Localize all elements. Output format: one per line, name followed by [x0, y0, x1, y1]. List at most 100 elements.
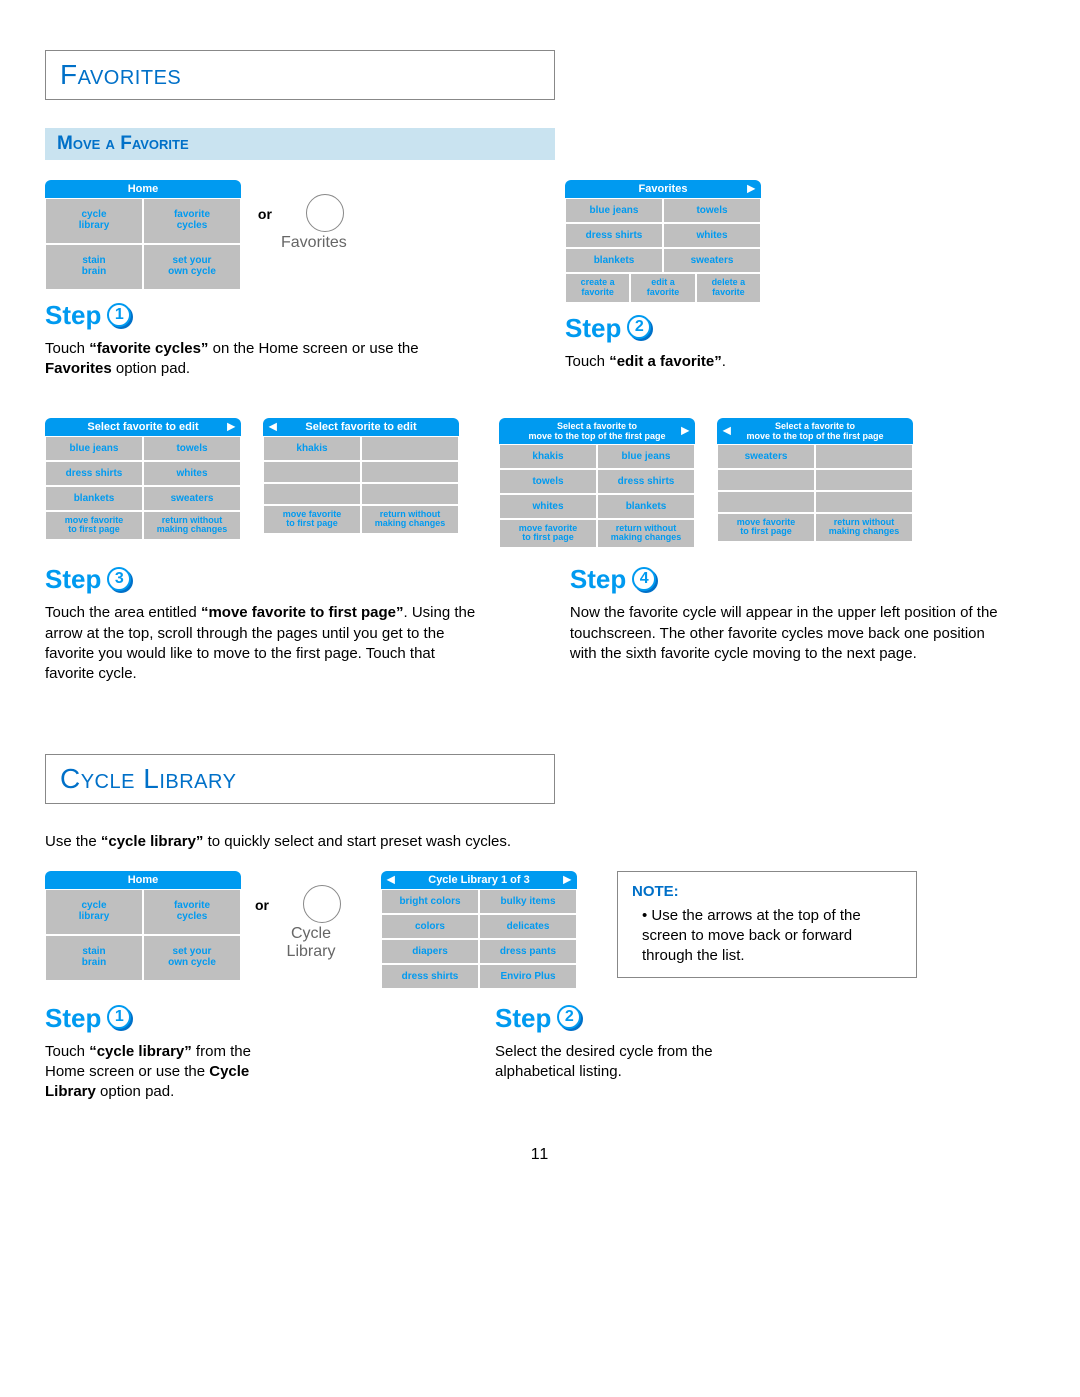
move-to-first[interactable]: move favoriteto first page [45, 511, 143, 541]
pad-cycle-library[interactable]: cyclelibrary [45, 198, 143, 244]
panel-header: Select favorite to edit ▶ [45, 418, 241, 436]
return-no-change[interactable]: return withoutmaking changes [361, 505, 459, 535]
fav-item[interactable]: whites [143, 461, 241, 486]
cycle-item[interactable]: delicates [479, 914, 577, 939]
step-word: Step [495, 1003, 551, 1034]
edit-favorite[interactable]: edit afavorite [630, 273, 695, 303]
fav-item[interactable]: khakis [263, 436, 361, 461]
panel-header: Select a favorite tomove to the top of t… [499, 418, 695, 444]
fav-item[interactable]: blankets [565, 248, 663, 273]
empty-cell [361, 483, 459, 505]
return-no-change[interactable]: return withoutmaking changes [143, 511, 241, 541]
select-edit-panel-2: ◀ Select favorite to edit khakis move fa… [263, 418, 459, 549]
cycle-item[interactable]: dress shirts [381, 964, 479, 989]
step-1-desc: Touch “favorite cycles” on the Home scre… [45, 339, 485, 380]
arrow-left-icon[interactable]: ◀ [723, 425, 731, 436]
cycle-step-1-desc: Touch “cycle library” from the Home scre… [45, 1042, 295, 1103]
empty-cell [263, 483, 361, 505]
pad-stain-brain[interactable]: stainbrain [45, 244, 143, 290]
empty-cell [263, 461, 361, 483]
step-number: 1 [107, 1005, 133, 1031]
fav-item[interactable]: towels [663, 198, 761, 223]
fav-item[interactable]: blue jeans [45, 436, 143, 461]
arrow-right-icon[interactable]: ▶ [227, 421, 235, 432]
fav-item[interactable]: dress shirts [597, 469, 695, 494]
or-block-2: or CycleLibrary [281, 885, 341, 961]
section-header-cycle-library: Cycle Library [45, 754, 555, 804]
pad-favorite-cycles[interactable]: favoritecycles [143, 889, 241, 935]
move-to-first[interactable]: move favoriteto first page [263, 505, 361, 535]
step-4-desc: Now the favorite cycle will appear in th… [570, 603, 1010, 664]
pad-set-own-cycle[interactable]: set yourown cycle [143, 935, 241, 981]
arrow-right-icon[interactable]: ▶ [563, 874, 571, 885]
pad-stain-brain[interactable]: stainbrain [45, 935, 143, 981]
cycle-item[interactable]: diapers [381, 939, 479, 964]
subheader-label: Move a Favorite [57, 133, 189, 154]
fav-item[interactable]: sweaters [717, 444, 815, 469]
arrow-right-icon[interactable]: ▶ [681, 425, 689, 436]
option-pad-circle[interactable] [306, 194, 344, 232]
section-title: Favorites [60, 59, 181, 90]
select-edit-panel-1: Select favorite to edit ▶ blue jeans tow… [45, 418, 241, 549]
fav-item[interactable]: towels [143, 436, 241, 461]
arrow-right-icon[interactable]: ▶ [747, 184, 755, 195]
panel-header: ◀ Cycle Library 1 of 3 ▶ [381, 871, 577, 889]
arrow-left-icon[interactable]: ◀ [269, 421, 277, 432]
fav-item[interactable]: dress shirts [45, 461, 143, 486]
cycle-item[interactable]: Enviro Plus [479, 964, 577, 989]
step-word: Step [565, 313, 621, 344]
return-no-change[interactable]: return withoutmaking changes [815, 513, 913, 543]
fav-item[interactable]: blankets [597, 494, 695, 519]
cycle-step-2-label: Step 2 [495, 1003, 895, 1034]
step-word: Step [45, 300, 101, 331]
fav-item[interactable]: sweaters [663, 248, 761, 273]
or-text: or [255, 897, 269, 913]
step-number: 4 [632, 567, 658, 593]
cycle-item[interactable]: bright colors [381, 889, 479, 914]
note-header: NOTE: [632, 882, 902, 902]
step-2-label: Step 2 [565, 313, 1035, 344]
pad-favorite-cycles[interactable]: favoritecycles [143, 198, 241, 244]
section-header-favorites: Favorites [45, 50, 555, 100]
fav-item[interactable]: blue jeans [597, 444, 695, 469]
move-to-first[interactable]: move favoriteto first page [717, 513, 815, 543]
cycle-item[interactable]: dress pants [479, 939, 577, 964]
empty-cell [717, 491, 815, 513]
option-pad-circle[interactable] [303, 885, 341, 923]
fav-item[interactable]: blue jeans [565, 198, 663, 223]
step-number: 1 [107, 303, 133, 329]
pad-set-own-cycle[interactable]: set yourown cycle [143, 244, 241, 290]
cycle-item[interactable]: bulky items [479, 889, 577, 914]
arrow-left-icon[interactable]: ◀ [387, 874, 395, 885]
fav-item[interactable]: sweaters [143, 486, 241, 511]
move-to-first[interactable]: move favoriteto first page [499, 519, 597, 549]
delete-favorite[interactable]: delete afavorite [696, 273, 761, 303]
home-screen-panel-2: Home cyclelibrary favoritecycles stainbr… [45, 871, 241, 981]
panel-header: Home [45, 180, 241, 198]
cycle-library-panel: ◀ Cycle Library 1 of 3 ▶ bright colors b… [381, 871, 577, 989]
step-number: 2 [557, 1005, 583, 1031]
option-pad-label: CycleLibrary [287, 925, 336, 961]
step-word: Step [45, 1003, 101, 1034]
step-number: 3 [107, 567, 133, 593]
fav-item[interactable]: blankets [45, 486, 143, 511]
or-text: or [258, 206, 272, 222]
pad-cycle-library[interactable]: cyclelibrary [45, 889, 143, 935]
fav-item[interactable]: towels [499, 469, 597, 494]
subheader-move-favorite: Move a Favorite [45, 128, 555, 160]
create-favorite[interactable]: create afavorite [565, 273, 630, 303]
fav-item[interactable]: whites [663, 223, 761, 248]
section-title: Cycle Library [60, 763, 236, 794]
select-move-panel-1: Select a favorite tomove to the top of t… [499, 418, 695, 549]
fav-item[interactable]: dress shirts [565, 223, 663, 248]
cycle-item[interactable]: colors [381, 914, 479, 939]
step-word: Step [570, 564, 626, 595]
return-no-change[interactable]: return withoutmaking changes [597, 519, 695, 549]
option-pad-label: Favorites [281, 234, 347, 252]
favorites-panel: Favorites ▶ blue jeans towels dress shir… [565, 180, 761, 303]
fav-item[interactable]: khakis [499, 444, 597, 469]
empty-cell [717, 469, 815, 491]
empty-cell [815, 469, 913, 491]
panel-header: ◀ Select favorite to edit [263, 418, 459, 436]
fav-item[interactable]: whites [499, 494, 597, 519]
